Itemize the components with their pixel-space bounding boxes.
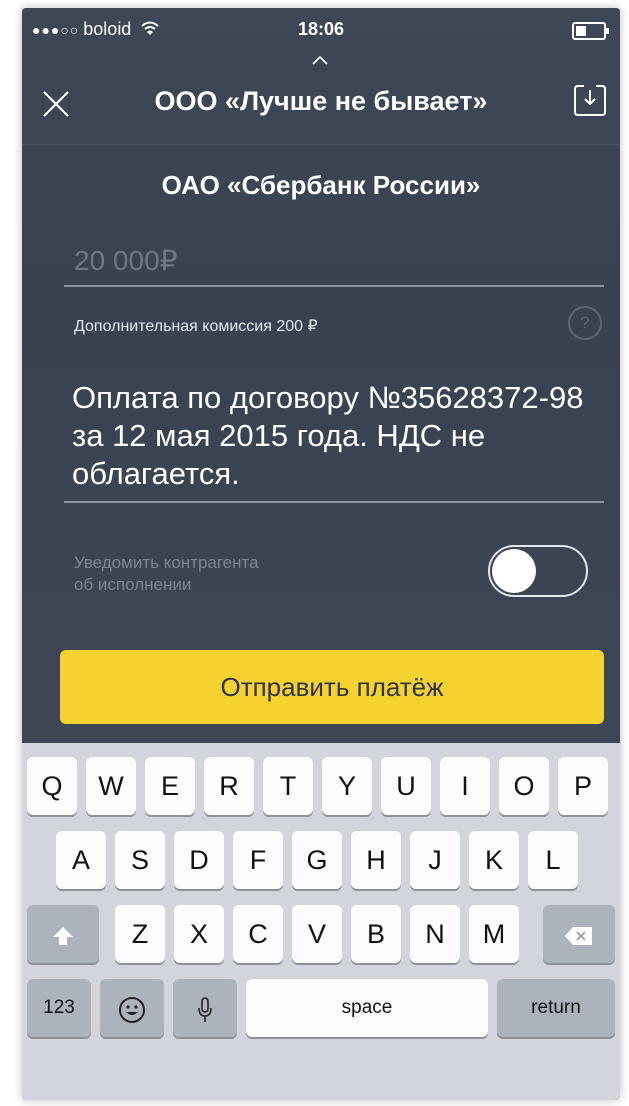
chevron-up-icon[interactable] [311, 54, 329, 66]
battery-icon [572, 22, 609, 40]
numbers-key[interactable]: 123 [27, 979, 91, 1037]
key-m[interactable]: M [469, 905, 519, 963]
payment-purpose-field[interactable]: Оплата по договору №35628372-98 за 12 ма… [72, 379, 592, 493]
header-divider [22, 144, 620, 145]
key-i[interactable]: I [440, 757, 490, 815]
key-c[interactable]: C [233, 905, 283, 963]
amount-field[interactable]: 20 000₽ [74, 244, 177, 277]
key-a[interactable]: A [56, 831, 106, 889]
notify-label-line2: об исполнении [74, 575, 192, 594]
backspace-icon [565, 926, 592, 945]
recipient-bank: ОАО «Сбербанк России» [161, 170, 481, 200]
key-r[interactable]: R [204, 757, 254, 815]
key-p[interactable]: P [558, 757, 608, 815]
keyboard: Q W E R T Y U I O P A S D F G H J K L Z … [22, 743, 620, 1100]
help-icon[interactable]: ? [568, 306, 602, 340]
key-q[interactable]: Q [27, 757, 77, 815]
key-d[interactable]: D [174, 831, 224, 889]
shift-key[interactable] [27, 905, 99, 963]
notify-label-line1: Уведомить контрагента [74, 553, 259, 572]
status-bar: ●●●○○ boloid 18:06 [22, 8, 620, 48]
dictation-key[interactable] [173, 979, 237, 1037]
key-n[interactable]: N [410, 905, 460, 963]
backspace-key[interactable] [543, 905, 615, 963]
emoji-icon [119, 996, 145, 1023]
key-s[interactable]: S [115, 831, 165, 889]
page-title: ООО «Лучше не бывает» [154, 86, 488, 116]
key-y[interactable]: Y [322, 757, 372, 815]
key-j[interactable]: J [410, 831, 460, 889]
key-e[interactable]: E [145, 757, 195, 815]
key-z[interactable]: Z [115, 905, 165, 963]
purpose-underline [64, 501, 604, 503]
key-g[interactable]: G [292, 831, 342, 889]
status-time: 18:06 [297, 19, 345, 39]
phone-screen: ●●●○○ boloid 18:06 ООО «Лучше не бывает» … [22, 8, 620, 1100]
close-icon[interactable] [36, 84, 76, 124]
key-u[interactable]: U [381, 757, 431, 815]
emoji-key[interactable] [100, 979, 164, 1037]
key-x[interactable]: X [174, 905, 224, 963]
notify-toggle[interactable] [488, 545, 588, 597]
key-t[interactable]: T [263, 757, 313, 815]
key-w[interactable]: W [86, 757, 136, 815]
amount-underline [64, 285, 604, 287]
key-b[interactable]: B [351, 905, 401, 963]
key-v[interactable]: V [292, 905, 342, 963]
microphone-icon [198, 997, 212, 1022]
key-h[interactable]: H [351, 831, 401, 889]
toggle-knob [492, 549, 536, 593]
key-o[interactable]: O [499, 757, 549, 815]
key-f[interactable]: F [233, 831, 283, 889]
commission-label: Дополнительная комиссия 200 ₽ [74, 318, 318, 335]
return-key[interactable]: return [497, 979, 615, 1037]
space-key[interactable]: space [246, 979, 488, 1037]
key-l[interactable]: L [528, 831, 578, 889]
export-icon[interactable] [572, 82, 608, 118]
key-k[interactable]: K [469, 831, 519, 889]
send-payment-button[interactable]: Отправить платёж [60, 650, 604, 724]
shift-icon [53, 926, 73, 945]
notify-label: Уведомить контрагента об исполнении [74, 552, 259, 596]
